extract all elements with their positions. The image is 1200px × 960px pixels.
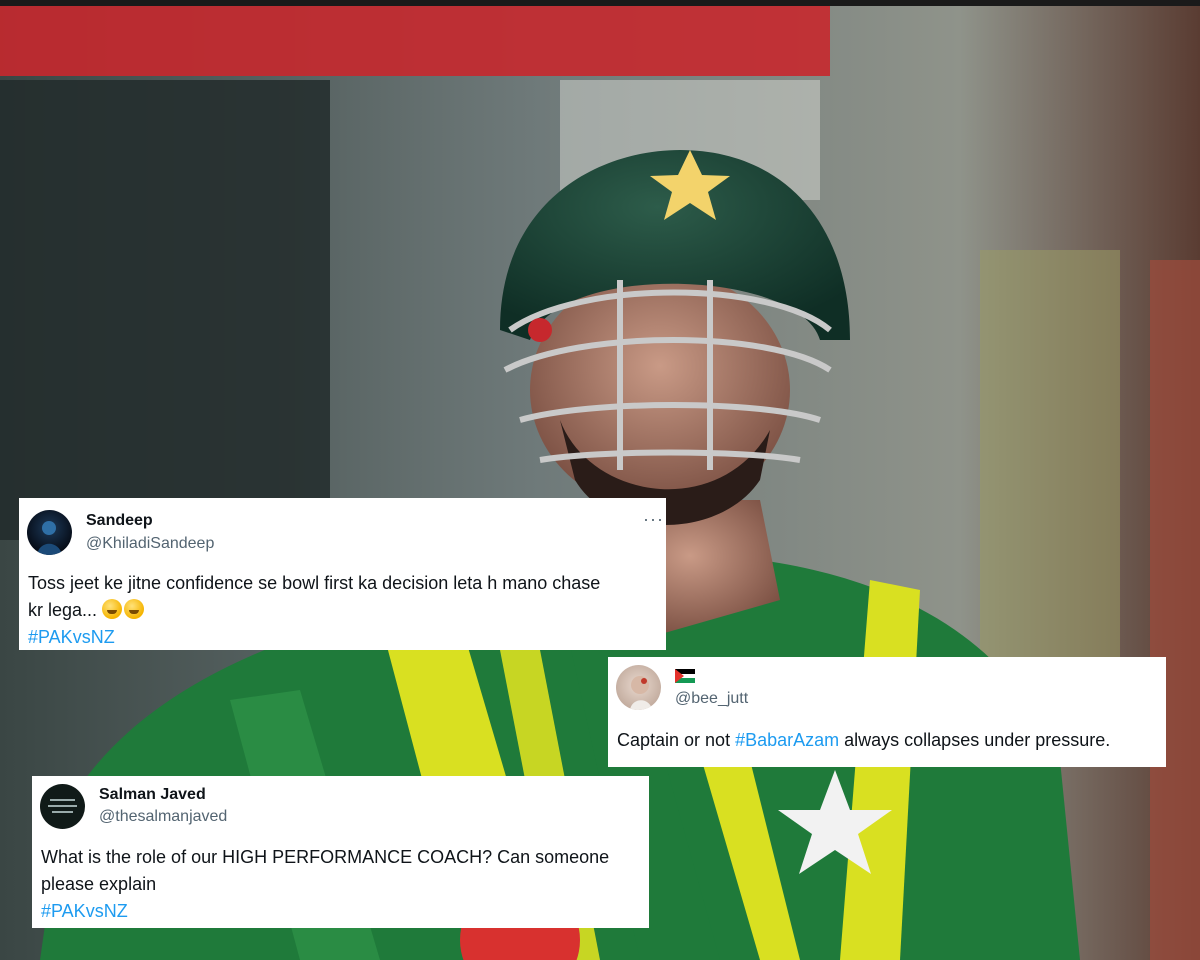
tweet-card-bee-jutt[interactable]: @bee_jutt Captain or not #BabarAzam alwa… [608, 657, 1166, 767]
user-handle[interactable]: @bee_jutt [675, 690, 748, 708]
avatar[interactable] [616, 665, 661, 710]
palestine-flag-icon [675, 669, 695, 683]
tweet-text: Toss jeet ke jitne confidence se bowl fi… [28, 570, 600, 651]
user-display-name[interactable]: Salman Javed [99, 786, 206, 804]
avatar-silhouette-icon [37, 521, 62, 555]
tweet-text-line-2: kr lega... [28, 597, 600, 624]
grinning-sweat-emoji-icon [124, 599, 145, 619]
hashtag-link[interactable]: #PAKvsNZ [28, 624, 600, 651]
hashtag-link[interactable]: #PAKvsNZ [41, 898, 609, 925]
grinning-sweat-emoji-icon [102, 599, 123, 619]
tweet-text-before: Captain or not [617, 730, 736, 750]
tweet-text: Captain or not #BabarAzam always collaps… [617, 727, 1110, 754]
user-handle[interactable]: @KhiladiSandeep [86, 535, 214, 553]
more-options-icon[interactable]: ··· [643, 510, 664, 528]
avatar-portrait-icon [630, 676, 652, 710]
tweet-text-line-1: Toss jeet ke jitne confidence se bowl fi… [28, 573, 601, 593]
user-handle[interactable]: @thesalmanjaved [99, 808, 227, 826]
tweet-card-sandeep[interactable]: Sandeep @KhiladiSandeep ··· Toss jeet ke… [19, 498, 666, 650]
avatar[interactable] [40, 784, 85, 829]
tweet-text-line-2: please explain [41, 874, 157, 894]
user-display-name[interactable]: Sandeep [86, 512, 153, 530]
tweet-card-salman-javed[interactable]: Salman Javed @thesalmanjaved What is the… [32, 776, 649, 928]
tweet-text-after: always collapses under pressure. [839, 730, 1111, 750]
avatar[interactable] [27, 510, 72, 555]
tweet-text: What is the role of our HIGH PERFORMANCE… [41, 844, 609, 925]
avatar-logo-icon [48, 799, 77, 813]
tweet-text-line-1: What is the role of our HIGH PERFORMANCE… [41, 847, 610, 867]
hashtag-link[interactable]: #BabarAzam [735, 730, 839, 750]
tweet-text-line-2-text: kr lega... [28, 600, 98, 620]
